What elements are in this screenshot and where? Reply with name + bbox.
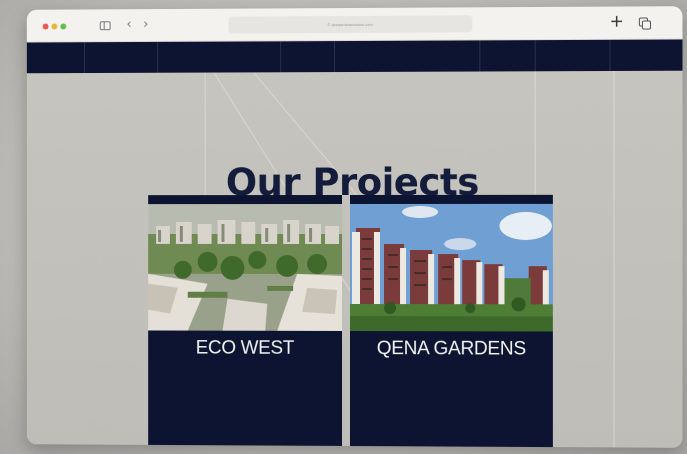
close-window-button[interactable] <box>42 23 49 30</box>
address-bar-text: © qenaandzanadovs.com <box>327 21 373 28</box>
browser-toolbar: ‹ › © qenaandzanadovs.com + <box>26 6 683 43</box>
new-tab-icon[interactable]: + <box>609 12 623 32</box>
project-card-qena-gardens[interactable]: QENA GARDENS <box>350 194 553 448</box>
project-name-eco-west: ECO WEST <box>195 337 295 359</box>
site-navbar <box>26 39 683 74</box>
sidebar-toggle-icon[interactable] <box>99 21 111 31</box>
project-name-qena-gardens: QENA GARDENS <box>376 338 526 360</box>
minimize-window-button[interactable] <box>51 23 58 30</box>
project-card-eco-west[interactable]: ECO WEST <box>148 195 343 447</box>
qena-gardens-image <box>350 203 553 332</box>
address-bar[interactable]: © qenaandzanadovs.com <box>228 15 473 34</box>
back-arrow-icon[interactable]: ‹ <box>126 17 131 33</box>
maximize-window-button[interactable] <box>60 23 67 30</box>
browser-window: ‹ › © qenaandzanadovs.com + Our Projects <box>26 6 683 448</box>
tab-overview-icon[interactable] <box>638 17 648 27</box>
eco-west-image <box>148 204 343 331</box>
forward-arrow-icon[interactable]: › <box>143 17 148 33</box>
